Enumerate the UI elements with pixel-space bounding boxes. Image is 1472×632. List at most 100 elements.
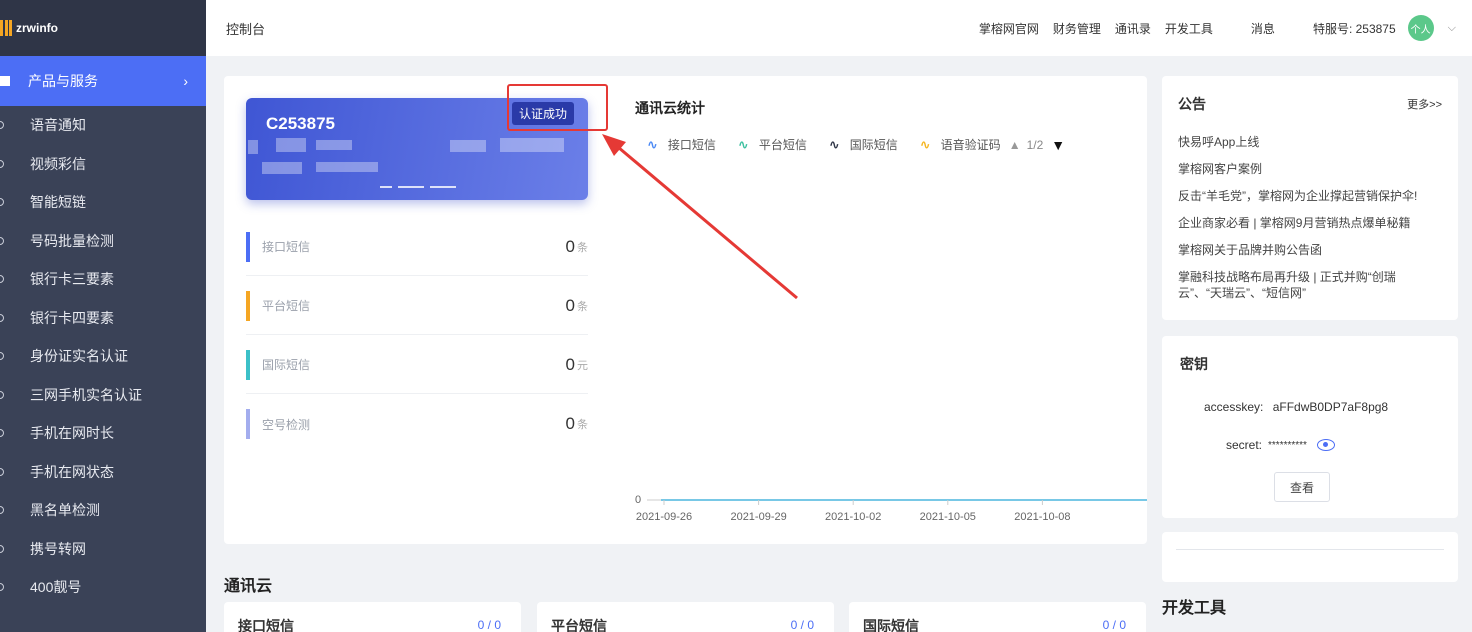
comm-card-intl-sms[interactable]: 国际短信 0 / 0 <box>849 602 1146 632</box>
sidebar-item[interactable]: 语音通知 <box>0 106 206 145</box>
comm-card-ratio: 0 / 0 <box>790 618 814 632</box>
comm-card-label: 平台短信 <box>551 618 607 632</box>
sidebar-item[interactable]: 携号转网 <box>0 530 206 569</box>
sidebar-item[interactable]: 身份证实名认证 <box>0 337 206 376</box>
sidebar-item-label: 银行卡四要素 <box>30 309 114 326</box>
header-nav: 掌榕网官网 财务管理 通讯录 开发工具 消息 特服号: 253875 个人 ⌵ <box>965 0 1456 56</box>
legend-pager: ▲ 1/2 ▼ <box>1009 137 1065 153</box>
sidebar-item-label: 身份证实名认证 <box>30 348 128 365</box>
notice-item[interactable]: 掌榕网客户案例 <box>1178 161 1418 177</box>
chart-legend: ∿ 接口短信 ∿ 平台短信 ∿ 国际短信 ∿ 语音验证码 ▲ 1/2 ▼ <box>647 136 1065 153</box>
x-tick-label: 2021-09-29 <box>730 511 786 523</box>
sidebar-item[interactable]: 三网手机实名认证 <box>0 376 206 415</box>
comm-card-ratio: 0 / 0 <box>1102 618 1126 632</box>
sidebar-item[interactable]: 手机在网时长 <box>0 414 206 453</box>
sidebar: zrwinfo 产品与服务 › 语音通知视频彩信智能短链号码批量检测 银行卡三要素… <box>0 0 206 632</box>
sidebar-item-label: 银行卡三要素 <box>30 271 114 288</box>
eye-icon[interactable] <box>1316 439 1335 451</box>
stat-value: 0 <box>565 354 575 374</box>
sidebar-item-icon <box>0 583 4 592</box>
comm-card-platform-sms[interactable]: 平台短信 0 / 0 <box>537 602 834 632</box>
legend-item-intl-sms[interactable]: ∿ 国际短信 <box>829 136 898 153</box>
legend-next-icon[interactable]: ▼ <box>1051 137 1065 153</box>
sidebar-item-icon <box>0 467 4 476</box>
sidebar-item-icon <box>0 236 4 245</box>
comm-card-label: 接口短信 <box>238 618 294 632</box>
legend-item-voice-code[interactable]: ∿ 语音验证码 <box>920 136 1001 153</box>
sidebar-item-icon <box>0 313 4 322</box>
secret-label: secret: <box>1226 438 1263 452</box>
legend-wave-icon: ∿ <box>737 136 749 152</box>
logo-mark-icon <box>0 20 12 36</box>
legend-wave-icon: ∿ <box>647 136 658 152</box>
legend-label: 国际短信 <box>849 138 898 152</box>
sidebar-group-products[interactable]: 产品与服务 › <box>0 56 206 106</box>
legend-page: 1/2 <box>1026 137 1044 152</box>
sidebar-item[interactable]: 智能短链 <box>0 183 206 222</box>
stat-color-bar <box>246 231 250 262</box>
sidebar-item[interactable]: 视频彩信 <box>0 145 206 184</box>
notice-item[interactable]: 反击“羊毛党”，掌榕网为企业撑起营销保护伞! <box>1178 188 1418 204</box>
nav-official-site[interactable]: 掌榕网官网 <box>979 20 1039 37</box>
sidebar-item[interactable]: 号码批量检测 <box>0 222 206 261</box>
sidebar-item[interactable]: 黑名单检测 <box>0 491 206 530</box>
account-id: C253875 <box>266 114 336 133</box>
accesskey-label: accesskey: <box>1204 400 1264 414</box>
notice-title: 公告 <box>1178 96 1206 112</box>
sidebar-item[interactable]: 手机在网状态 <box>0 453 206 492</box>
legend-item-api-sms[interactable]: ∿ 接口短信 <box>647 136 716 153</box>
stat-unit: 条 <box>577 419 588 431</box>
sidebar-item-icon <box>0 275 4 284</box>
dashboard-card: C253875 认证成功 接口短信 0 条 平台短信 0 条 国际短信 0 元 … <box>224 76 1147 544</box>
chevron-down-icon[interactable]: ⌵ <box>1448 22 1456 35</box>
sidebar-item-label: 携号转网 <box>30 540 86 557</box>
view-key-button[interactable]: 查看 <box>1274 472 1330 502</box>
notice-item[interactable]: 企业商家必看 | 掌榕网9月营销热点爆单秘籍 <box>1178 215 1418 231</box>
line-chart: 0 2021-09-26 2021-09-29 2021-10-02 2021-10-0… <box>635 494 1147 523</box>
comm-card-label: 国际短信 <box>863 618 919 632</box>
legend-item-platform-sms[interactable]: ∿ 平台短信 <box>738 136 807 153</box>
stat-row-empty-check: 空号检测 0 条 <box>246 395 588 453</box>
key-title: 密钥 <box>1180 356 1208 372</box>
card-pager-dots[interactable] <box>380 186 456 188</box>
stat-label: 接口短信 <box>262 240 311 254</box>
nav-contacts[interactable]: 通讯录 <box>1115 20 1151 37</box>
legend-label: 语音验证码 <box>940 138 1001 152</box>
nav-messages[interactable]: 消息 <box>1251 20 1275 37</box>
chart-title: 通讯云统计 <box>635 100 705 116</box>
x-tick-label: 2021-10-05 <box>920 511 976 523</box>
nav-finance[interactable]: 财务管理 <box>1053 20 1101 37</box>
stat-row-platform-sms: 平台短信 0 条 <box>246 277 588 335</box>
legend-prev-icon[interactable]: ▲ <box>1009 138 1021 152</box>
sidebar-item[interactable]: 银行卡四要素 <box>0 299 206 338</box>
sidebar-item-label: 视频彩信 <box>30 155 86 172</box>
secret-value: ********** <box>1268 439 1307 451</box>
nav-dev-tools[interactable]: 开发工具 <box>1165 20 1213 37</box>
notice-item[interactable]: 掌融科技战略布局再升级 | 正式并购“创瑞云”、“天瑞云”、“短信网” <box>1178 269 1418 301</box>
comm-card-ratio: 0 / 0 <box>477 618 501 632</box>
stat-value: 0 <box>565 414 575 433</box>
notice-item[interactable]: 快易呼App上线 <box>1178 134 1418 150</box>
notice-more-link[interactable]: 更多>> <box>1407 96 1442 112</box>
grid-icon <box>0 76 10 86</box>
sidebar-item-label: 400靓号 <box>30 579 82 596</box>
sidebar-item-icon <box>0 544 4 553</box>
dev-tools-title: 开发工具 <box>1162 600 1227 617</box>
avatar[interactable]: 个人 <box>1407 15 1434 41</box>
accesskey-row: accesskey: aFFdwB0DP7aF8pg8 <box>1204 400 1458 414</box>
sidebar-item[interactable]: 银行卡三要素 <box>0 260 206 299</box>
logo[interactable]: zrwinfo <box>0 0 206 56</box>
sidebar-item[interactable]: 400靓号 <box>0 568 206 607</box>
logo-text: zrwinfo <box>16 21 58 35</box>
comm-card-api-sms[interactable]: 接口短信 0 / 0 <box>224 602 521 632</box>
stat-label: 平台短信 <box>262 299 311 313</box>
x-tick-label: 2021-10-02 <box>825 511 881 523</box>
stat-row-api-sms: 接口短信 0 条 <box>246 218 588 276</box>
sidebar-item-label: 号码批量检测 <box>30 232 114 249</box>
x-tick-label: 2021-09-26 <box>636 511 692 523</box>
chevron-right-icon: › <box>183 73 188 89</box>
account-number: 特服号: 253875 <box>1312 21 1396 36</box>
comm-cloud-section-title: 通讯云 <box>224 578 273 595</box>
stat-label: 空号检测 <box>262 417 311 432</box>
notice-item[interactable]: 掌榕网关于品牌并购公告函 <box>1178 242 1418 258</box>
